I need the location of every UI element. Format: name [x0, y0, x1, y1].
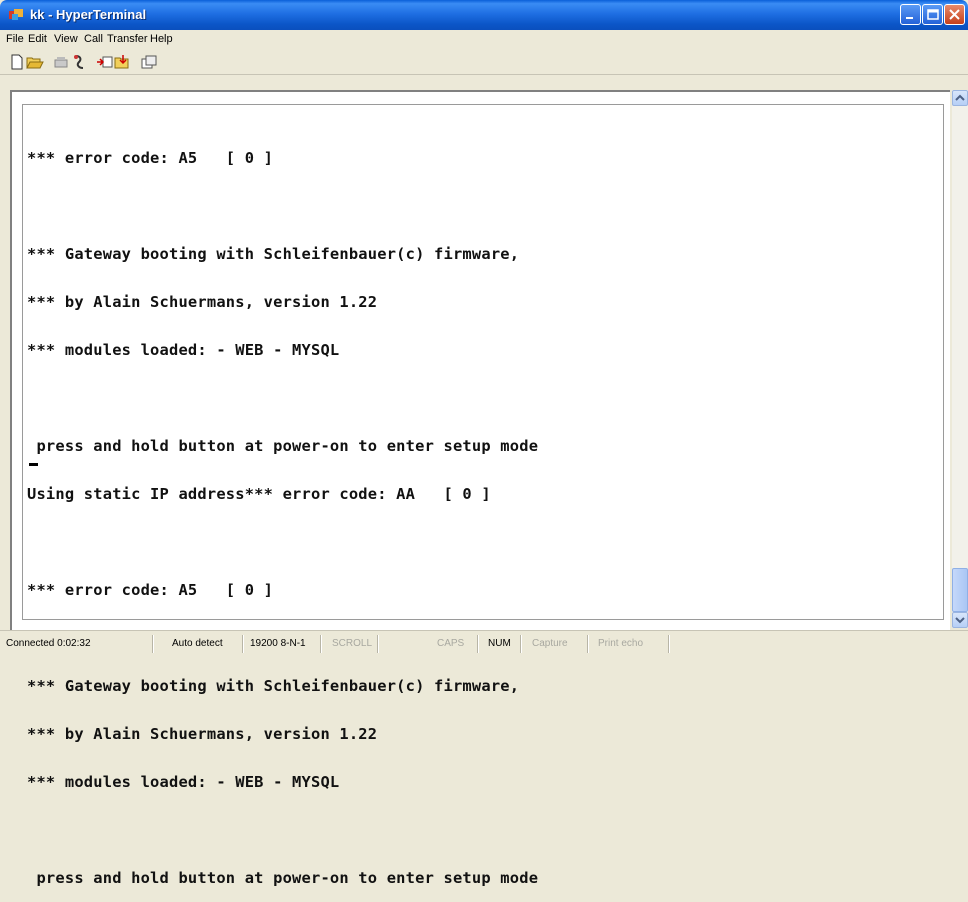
new-icon[interactable] — [8, 54, 26, 70]
terminal-line: *** Gateway booting with Schleifenbauer(… — [27, 677, 520, 695]
num-indicator: NUM — [488, 638, 511, 649]
menu-file[interactable]: File — [6, 33, 24, 45]
hyperterminal-app-icon — [9, 9, 23, 20]
minimize-button[interactable] — [900, 4, 921, 25]
chevron-up-icon — [955, 94, 965, 101]
send-icon[interactable] — [96, 54, 114, 70]
print-echo-indicator: Print echo — [598, 638, 644, 649]
terminal-line: *** Gateway booting with Schleifenbauer(… — [27, 245, 520, 263]
window-title: kk - HyperTerminal — [30, 7, 147, 22]
scroll-indicator: SCROLL — [332, 638, 373, 649]
status-divider — [587, 635, 588, 653]
menu-view[interactable]: View — [54, 33, 78, 45]
terminal-line: *** modules loaded: - WEB - MYSQL — [27, 773, 340, 791]
title-bar[interactable]: kk - HyperTerminal — [0, 0, 968, 30]
chevron-down-icon — [955, 617, 965, 624]
text-cursor — [29, 463, 38, 466]
maximize-button[interactable] — [922, 4, 943, 25]
terminal-line: *** error code: A5 [ 0 ] — [27, 581, 274, 599]
open-icon[interactable] — [26, 54, 44, 70]
maximize-icon — [927, 9, 939, 20]
status-divider — [477, 635, 478, 653]
connection-status: Connected 0:02:32 — [6, 638, 91, 649]
status-divider — [520, 635, 521, 653]
minimize-icon — [906, 17, 913, 19]
properties-icon[interactable] — [140, 54, 158, 70]
menu-edit[interactable]: Edit — [28, 33, 47, 45]
port-settings: 19200 8-N-1 — [250, 638, 306, 649]
terminal-line: *** modules loaded: - WEB - MYSQL — [27, 341, 340, 359]
toolbar — [0, 50, 968, 75]
terminal-line: *** by Alain Schuermans, version 1.22 — [27, 293, 378, 311]
status-divider — [320, 635, 321, 653]
terminal-line: *** error code: A5 [ 0 ] — [27, 149, 274, 167]
detect-status: Auto detect — [172, 638, 223, 649]
menu-bar: File Edit View Call Transfer Help — [0, 30, 968, 50]
vertical-scrollbar[interactable] — [952, 90, 968, 628]
scroll-up-button[interactable] — [952, 90, 968, 106]
close-button[interactable] — [944, 4, 965, 25]
close-icon — [949, 9, 960, 20]
scroll-thumb[interactable] — [952, 568, 968, 612]
status-divider — [242, 635, 243, 653]
menu-help[interactable]: Help — [150, 33, 173, 45]
terminal-line: *** by Alain Schuermans, version 1.22 — [27, 725, 378, 743]
terminal-output: *** error code: A5 [ 0 ] *** Gateway boo… — [27, 118, 538, 902]
scroll-down-button[interactable] — [952, 612, 968, 628]
terminal-line: Using static IP address*** error code: A… — [27, 485, 491, 503]
status-divider — [377, 635, 378, 653]
menu-call[interactable]: Call — [84, 33, 103, 45]
status-divider — [668, 635, 669, 653]
disconnect-icon[interactable] — [70, 54, 88, 70]
status-divider — [152, 635, 153, 653]
terminal-line: press and hold button at power-on to ent… — [27, 437, 539, 455]
menu-transfer[interactable]: Transfer — [107, 33, 148, 45]
caps-indicator: CAPS — [437, 638, 465, 649]
status-bar: Connected 0:02:32 Auto detect 19200 8-N-… — [0, 630, 968, 656]
receive-icon[interactable] — [114, 54, 132, 70]
call-icon[interactable] — [52, 54, 70, 70]
capture-indicator: Capture — [532, 638, 568, 649]
terminal-line: press and hold button at power-on to ent… — [27, 869, 539, 887]
